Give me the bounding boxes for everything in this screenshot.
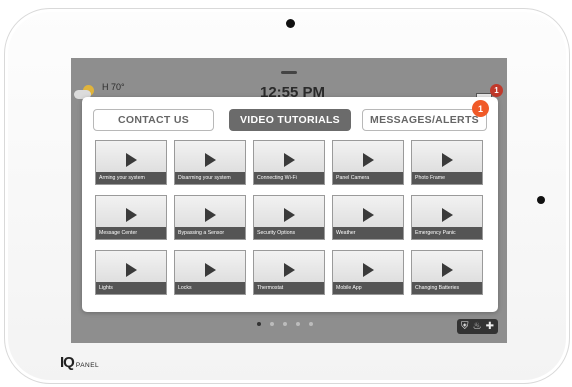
tutorials-dialog: CONTACT US VIDEO TUTORIALS MESSAGES/ALER… — [82, 97, 498, 312]
play-icon — [126, 153, 137, 167]
pull-down-handle[interactable] — [281, 71, 297, 74]
page-dot[interactable] — [257, 322, 261, 326]
video-label: Message Center — [96, 227, 166, 239]
play-icon — [363, 153, 374, 167]
video-label: Changing Batteries — [412, 282, 482, 294]
video-tile[interactable]: Photo Frame — [411, 140, 483, 185]
play-icon — [126, 208, 137, 222]
video-label: Lights — [96, 282, 166, 294]
plus-icon: ✚ — [485, 321, 494, 332]
video-label: Thermostat — [254, 282, 324, 294]
logo-text: PANEL — [75, 362, 100, 369]
play-icon — [363, 263, 374, 277]
tab-messages-alerts[interactable]: MESSAGES/ALERTS — [362, 109, 487, 131]
video-label: Locks — [175, 282, 245, 294]
video-tile[interactable]: Thermostat — [253, 250, 325, 295]
video-tile[interactable]: Bypassing a Sensor — [174, 195, 246, 240]
play-icon — [442, 208, 453, 222]
video-tile[interactable]: Disarming your system — [174, 140, 246, 185]
tab-video-tutorials[interactable]: VIDEO TUTORIALS — [229, 109, 351, 131]
video-tile[interactable]: Connecting Wi-Fi — [253, 140, 325, 185]
video-tile[interactable]: Arming your system — [95, 140, 167, 185]
messages-badge: 1 — [472, 100, 489, 117]
play-icon — [284, 208, 295, 222]
page-indicator — [257, 322, 313, 326]
video-label: Disarming your system — [175, 172, 245, 184]
play-icon — [442, 153, 453, 167]
emergency-buttons[interactable]: ⛨ ♨ ✚ — [457, 319, 498, 334]
page-dot[interactable] — [270, 322, 274, 326]
temperature: H 70° — [102, 82, 125, 92]
mail-badge: 1 — [490, 84, 503, 97]
video-tile[interactable]: Weather — [332, 195, 404, 240]
play-icon — [363, 208, 374, 222]
video-tile[interactable]: Changing Batteries — [411, 250, 483, 295]
video-label: Security Options — [254, 227, 324, 239]
play-icon — [205, 263, 216, 277]
video-label: Photo Frame — [412, 172, 482, 184]
logo-mark: IQ — [60, 354, 75, 371]
video-label: Connecting Wi-Fi — [254, 172, 324, 184]
video-label: Bypassing a Sensor — [175, 227, 245, 239]
shield-icon: ⛨ — [461, 321, 469, 332]
play-icon — [284, 263, 295, 277]
play-icon — [205, 208, 216, 222]
video-tile[interactable]: Panel Camera — [332, 140, 404, 185]
play-icon — [126, 263, 137, 277]
video-tile[interactable]: Mobile App — [332, 250, 404, 295]
video-tile[interactable]: Message Center — [95, 195, 167, 240]
video-label: Weather — [333, 227, 403, 239]
play-icon — [205, 153, 216, 167]
video-grid: Arming your system Disarming your system… — [95, 140, 486, 295]
front-camera — [286, 19, 295, 28]
page-dot[interactable] — [283, 322, 287, 326]
brand-logo: IQ PANEL — [60, 354, 99, 371]
video-tile[interactable]: Lights — [95, 250, 167, 295]
flame-icon: ♨ — [472, 321, 482, 332]
video-tile[interactable]: Emergency Panic — [411, 195, 483, 240]
video-label: Mobile App — [333, 282, 403, 294]
video-tile[interactable]: Locks — [174, 250, 246, 295]
video-label: Arming your system — [96, 172, 166, 184]
video-label: Panel Camera — [333, 172, 403, 184]
page-dot[interactable] — [296, 322, 300, 326]
play-icon — [284, 153, 295, 167]
video-label: Emergency Panic — [412, 227, 482, 239]
side-sensor — [537, 196, 545, 204]
play-icon — [442, 263, 453, 277]
video-tile[interactable]: Security Options — [253, 195, 325, 240]
tab-contact-us[interactable]: CONTACT US — [93, 109, 214, 131]
page-dot[interactable] — [309, 322, 313, 326]
